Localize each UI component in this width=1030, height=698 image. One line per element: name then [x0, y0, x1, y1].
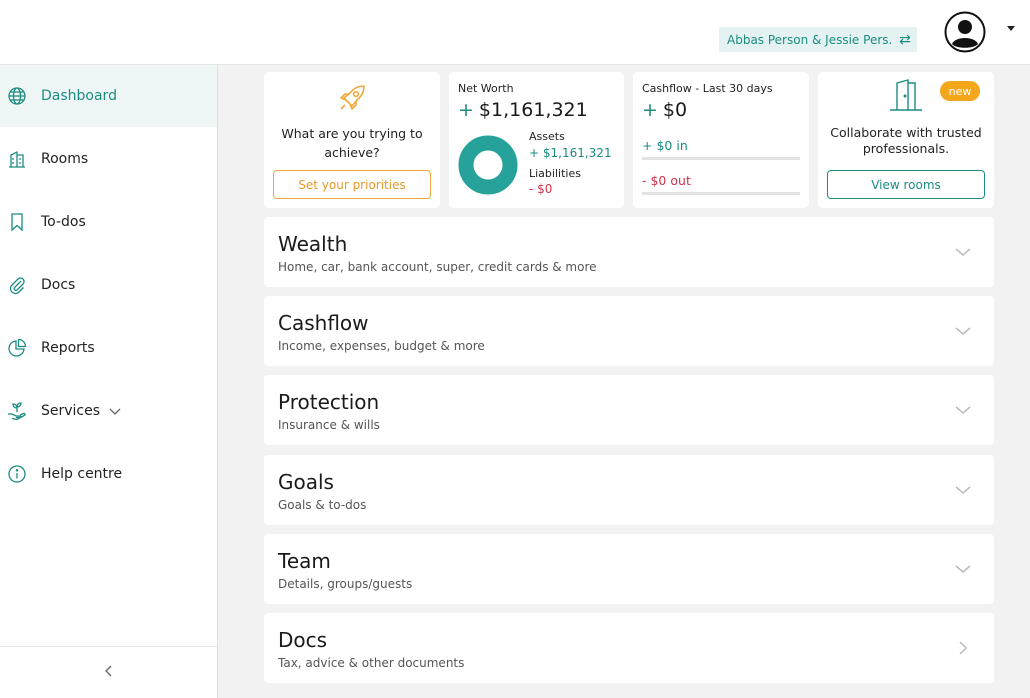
- sidebar-collapse-button[interactable]: [0, 646, 217, 698]
- bookmark-icon: [6, 211, 28, 233]
- new-badge: new: [940, 81, 980, 101]
- cashflow-in-bar: [642, 157, 800, 160]
- sidebar-item-label: Services: [41, 403, 101, 419]
- chevron-right-icon[interactable]: [954, 639, 972, 657]
- cashflow-value: $0: [662, 99, 688, 121]
- chevron-down-icon[interactable]: [108, 406, 122, 416]
- info-icon: [6, 463, 28, 485]
- sidebar-item-reports[interactable]: Reports: [0, 317, 217, 379]
- swap-icon: ⇄: [899, 31, 911, 48]
- section-team[interactable]: Team Details, groups/guests: [264, 534, 994, 604]
- section-protection[interactable]: Protection Insurance & wills: [264, 375, 994, 445]
- paperclip-icon: [6, 274, 28, 296]
- household-switcher[interactable]: Abbas Person & Jessie Pers... ⇄: [719, 27, 917, 52]
- view-rooms-button[interactable]: View rooms: [827, 170, 985, 199]
- liabilities-value: - $0: [529, 182, 553, 196]
- assets-value: + $1,161,321: [529, 146, 612, 160]
- sidebar-item-dashboard[interactable]: Dashboard: [0, 65, 217, 127]
- net-worth-value-row: + $1,161,321: [458, 99, 588, 121]
- cashflow-in-label: in: [676, 138, 688, 153]
- section-title: Team: [278, 549, 331, 573]
- cashflow-sign: +: [642, 99, 658, 121]
- sidebar: Dashboard Rooms To-dos Docs Reports Serv…: [0, 65, 218, 698]
- section-goals[interactable]: Goals Goals & to-dos: [264, 455, 994, 525]
- priorities-card: What are you trying to achieve? Set your…: [264, 72, 440, 208]
- section-subtitle: Goals & to-dos: [278, 498, 367, 512]
- section-title: Protection: [278, 390, 380, 414]
- section-cashflow[interactable]: Cashflow Income, expenses, budget & more: [264, 296, 994, 366]
- sidebar-item-help-centre[interactable]: Help centre: [0, 443, 217, 505]
- cashflow-in: + $0 in: [642, 138, 688, 153]
- sidebar-item-label: Help centre: [41, 466, 123, 482]
- door-icon: [888, 79, 924, 111]
- section-title: Wealth: [278, 232, 348, 256]
- chevron-down-icon[interactable]: [954, 322, 972, 340]
- section-subtitle: Tax, advice & other documents: [278, 656, 465, 670]
- section-subtitle: Home, car, bank account, super, credit c…: [278, 260, 597, 274]
- sidebar-item-label: Rooms: [41, 151, 89, 167]
- net-worth-label: Net Worth: [458, 82, 514, 95]
- sidebar-item-docs[interactable]: Docs: [0, 254, 217, 316]
- section-title: Docs: [278, 628, 328, 652]
- cashflow-in-value: + $0: [642, 138, 673, 153]
- section-title: Cashflow: [278, 311, 369, 335]
- assets-label: Assets: [529, 130, 565, 143]
- chevron-down-icon[interactable]: [954, 401, 972, 419]
- plant-hand-icon: [6, 400, 28, 422]
- building-icon: [6, 148, 28, 170]
- chevron-left-icon: [104, 663, 114, 682]
- sidebar-item-label: Dashboard: [41, 88, 117, 104]
- section-subtitle: Insurance & wills: [278, 418, 380, 432]
- net-worth-card[interactable]: Net Worth + $1,161,321 Assets + $1,161,32…: [449, 72, 624, 208]
- sidebar-item-label: To-dos: [41, 214, 86, 230]
- top-bar: Abbas Person & Jessie Pers... ⇄: [0, 0, 1030, 65]
- cashflow-out-value: - $0: [642, 173, 667, 188]
- cashflow-out: - $0 out: [642, 173, 691, 188]
- priorities-question: What are you trying to achieve?: [281, 126, 423, 160]
- household-name: Abbas Person & Jessie Pers...: [727, 32, 893, 47]
- sidebar-item-label: Docs: [41, 277, 76, 293]
- section-wealth[interactable]: Wealth Home, car, bank account, super, c…: [264, 217, 994, 287]
- sidebar-item-rooms[interactable]: Rooms: [0, 128, 217, 190]
- section-docs[interactable]: Docs Tax, advice & other documents: [264, 613, 994, 683]
- collaborate-text: Collaborate with trusted professionals.: [830, 125, 982, 156]
- collaborate-card: new Collaborate with trusted professiona…: [818, 72, 994, 208]
- account-menu-caret-icon[interactable]: [1007, 26, 1015, 31]
- sidebar-item-label: Reports: [41, 340, 95, 356]
- section-title: Goals: [278, 470, 334, 494]
- rocket-icon: [336, 82, 368, 114]
- sidebar-item-todos[interactable]: To-dos: [0, 191, 217, 253]
- net-worth-sign: +: [458, 99, 474, 121]
- cashflow-out-bar: [642, 192, 800, 195]
- cashflow-out-label: out: [670, 173, 691, 188]
- net-worth-value: $1,161,321: [478, 99, 588, 121]
- cashflow-value-row: + $0: [642, 99, 687, 121]
- user-avatar-icon[interactable]: [944, 11, 986, 53]
- net-worth-donut-chart: [458, 135, 518, 195]
- cashflow-label: Cashflow - Last 30 days: [642, 82, 773, 95]
- cashflow-card[interactable]: Cashflow - Last 30 days + $0 + $0 in - $0…: [633, 72, 809, 208]
- chevron-down-icon[interactable]: [954, 560, 972, 578]
- chevron-down-icon[interactable]: [954, 243, 972, 261]
- set-priorities-button[interactable]: Set your priorities: [273, 170, 431, 199]
- sidebar-item-services[interactable]: Services: [0, 380, 217, 442]
- liabilities-label: Liabilities: [529, 167, 581, 180]
- pie-chart-icon: [6, 337, 28, 359]
- chevron-down-icon[interactable]: [954, 481, 972, 499]
- globe-icon: [6, 85, 28, 107]
- section-subtitle: Income, expenses, budget & more: [278, 339, 485, 353]
- section-subtitle: Details, groups/guests: [278, 577, 413, 591]
